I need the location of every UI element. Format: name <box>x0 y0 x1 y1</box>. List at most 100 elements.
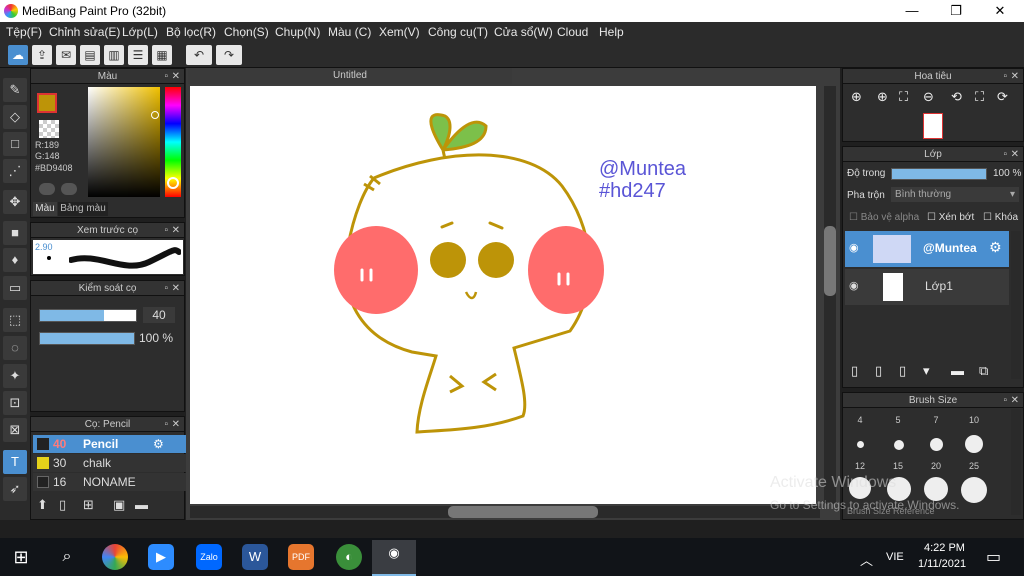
eraser-tool-icon[interactable]: ◇ <box>3 105 27 129</box>
minimize-button[interactable]: — <box>892 2 932 20</box>
menu-capture[interactable]: Chụp(N) <box>275 25 320 39</box>
merge-layer-icon[interactable]: ⧉ <box>979 363 988 379</box>
select-eraser-icon[interactable]: ⊠ <box>3 418 27 442</box>
size-preset-4[interactable] <box>857 441 864 448</box>
language-indicator[interactable]: VIE <box>886 551 904 563</box>
greenshot-icon[interactable]: ◐ <box>336 544 362 570</box>
menu-cloud[interactable]: Cloud <box>557 25 588 39</box>
gradient-tool-icon[interactable]: ▭ <box>3 276 27 300</box>
dock-icon[interactable]: ▫ <box>1003 147 1007 162</box>
rectangle-tool-icon[interactable]: □ <box>3 132 27 156</box>
dock-icon[interactable]: ▫ <box>164 69 168 84</box>
navigator-thumbnail[interactable] <box>923 113 943 139</box>
vertical-scrollbar[interactable] <box>824 86 836 504</box>
menu-file[interactable]: Tệp(F) <box>6 25 42 39</box>
size-preset-10[interactable] <box>965 435 983 453</box>
canvas-paper[interactable]: @Muntea #hd247 <box>190 86 816 504</box>
menu-tools[interactable]: Công cụ(T) <box>428 25 488 39</box>
brush-item-noname[interactable]: 16 NONAME <box>33 473 195 491</box>
notification-icon[interactable]: ▭ <box>986 547 1001 567</box>
zalo-icon[interactable]: Zalo <box>196 544 222 570</box>
dot-tool-icon[interactable]: ⋰ <box>3 159 27 183</box>
menu-edit[interactable]: Chỉnh sửa(E) <box>49 25 120 39</box>
brush-size-scrollbar[interactable] <box>1011 409 1021 515</box>
menu-help[interactable]: Help <box>599 25 624 39</box>
pdf-icon[interactable]: PDF <box>288 544 314 570</box>
folder-icon[interactable]: ▬ <box>135 497 148 512</box>
fit-icon[interactable]: ⛶ <box>899 89 908 105</box>
size-preset-25[interactable] <box>961 477 987 503</box>
panel-close-icon[interactable]: ✕ <box>172 223 180 238</box>
magic-wand-icon[interactable]: ✦ <box>3 364 27 388</box>
layer-opacity-slider[interactable] <box>891 168 987 180</box>
dock-icon[interactable]: ▫ <box>1003 393 1007 408</box>
page-icon[interactable]: ▥ <box>104 45 124 65</box>
panel-close-icon[interactable]: ✕ <box>1011 69 1019 84</box>
protect-alpha-checkbox[interactable]: ☐ Bảo vệ alpha <box>849 212 919 223</box>
size-preset-7[interactable] <box>930 438 943 451</box>
visibility-eye-icon[interactable]: ◉ <box>849 241 859 254</box>
upload-icon[interactable]: ⬆ <box>37 497 48 513</box>
transparent-swatch[interactable] <box>39 120 59 138</box>
rotate-right-icon[interactable]: ⟳ <box>997 89 1008 105</box>
redo-icon[interactable]: ↷ <box>216 45 242 65</box>
blend-mode-select[interactable]: Bình thường ▾ <box>891 187 1019 202</box>
search-icon[interactable]: ⌕ <box>54 544 80 570</box>
picker-cursor[interactable] <box>151 111 159 119</box>
layer-menu-icon[interactable]: ▾ <box>923 363 930 379</box>
new-brush-icon[interactable]: ▯ <box>59 497 66 513</box>
cloud-icon[interactable]: ☁ <box>8 45 28 65</box>
menu-window[interactable]: Cửa sổ(W) <box>494 25 553 39</box>
close-button[interactable]: ✕ <box>980 2 1020 20</box>
undo-icon[interactable]: ↶ <box>186 45 212 65</box>
saturation-value-picker[interactable] <box>88 87 160 197</box>
clipping-checkbox[interactable]: ☐ Xén bớt <box>927 212 974 223</box>
brush-item-chalk[interactable]: 30 chalk <box>33 454 195 472</box>
layer-row-muntea[interactable]: ◉ @Muntea ⚙ <box>845 231 1009 267</box>
dock-icon[interactable]: ▫ <box>164 281 168 296</box>
new-halftone-layer-icon[interactable]: ▯ <box>875 363 882 379</box>
word-icon[interactable]: W <box>242 544 268 570</box>
menu-view[interactable]: Xem(V) <box>379 25 420 39</box>
panel-close-icon[interactable]: ✕ <box>172 69 180 84</box>
menu-color[interactable]: Màu (C) <box>328 25 371 39</box>
clock-time[interactable]: 4:22 PM <box>924 542 965 554</box>
zoom-in-alt-icon[interactable]: ⊕ <box>877 89 888 105</box>
hue-cursor[interactable] <box>167 177 179 189</box>
brush-tool-icon[interactable]: ✎ <box>3 78 27 102</box>
maximize-button[interactable]: ❐ <box>936 2 976 20</box>
size-preset-5[interactable] <box>894 440 904 450</box>
fill-rect-tool-icon[interactable]: ■ <box>3 221 27 245</box>
grid-icon[interactable]: ▦ <box>152 45 172 65</box>
layer-row-layer1[interactable]: ◉ Lớp1 <box>845 269 1009 305</box>
copy-layer-icon[interactable]: ▯ <box>899 363 906 379</box>
bucket-tool-icon[interactable]: ♦ <box>3 248 27 272</box>
tab-color[interactable]: Màu <box>33 202 57 216</box>
menu-filter[interactable]: Bộ lọc(R) <box>166 25 216 39</box>
add-brush-icon[interactable]: ⊞ <box>83 497 94 513</box>
zoom-out-icon[interactable]: ⊖ <box>923 89 934 105</box>
chrome-icon[interactable] <box>102 544 128 570</box>
dock-icon[interactable]: ▫ <box>164 417 168 432</box>
list-icon[interactable]: ☰ <box>128 45 148 65</box>
text-tool-icon[interactable]: T <box>3 450 27 474</box>
dock-icon[interactable]: ▫ <box>1003 69 1007 84</box>
lasso-icon[interactable]: ◌ <box>3 336 27 360</box>
panel-close-icon[interactable]: ✕ <box>1011 393 1019 408</box>
clock-date[interactable]: 1/11/2021 <box>918 558 966 570</box>
panel-close-icon[interactable]: ✕ <box>172 417 180 432</box>
panel-close-icon[interactable]: ✕ <box>1011 147 1019 162</box>
chevron-up-icon[interactable]: ︿ <box>860 550 873 569</box>
share-icon[interactable]: ⇪ <box>32 45 52 65</box>
tab-palette[interactable]: Bảng màu <box>58 202 108 216</box>
rotate-left-icon[interactable]: ⟲ <box>951 89 962 105</box>
select-pen-icon[interactable]: ⊡ <box>3 391 27 415</box>
horizontal-scrollbar[interactable] <box>190 506 820 518</box>
operation-tool-icon[interactable]: ➶ <box>3 477 27 501</box>
foreground-color-swatch[interactable] <box>37 93 57 113</box>
move-tool-icon[interactable]: ✥ <box>3 190 27 214</box>
brush-opacity-slider[interactable] <box>39 332 135 345</box>
document-tab[interactable]: Untitled <box>188 68 512 84</box>
brush-size-slider[interactable] <box>39 309 137 322</box>
settings-brush-icon[interactable]: ▣ <box>113 497 125 513</box>
